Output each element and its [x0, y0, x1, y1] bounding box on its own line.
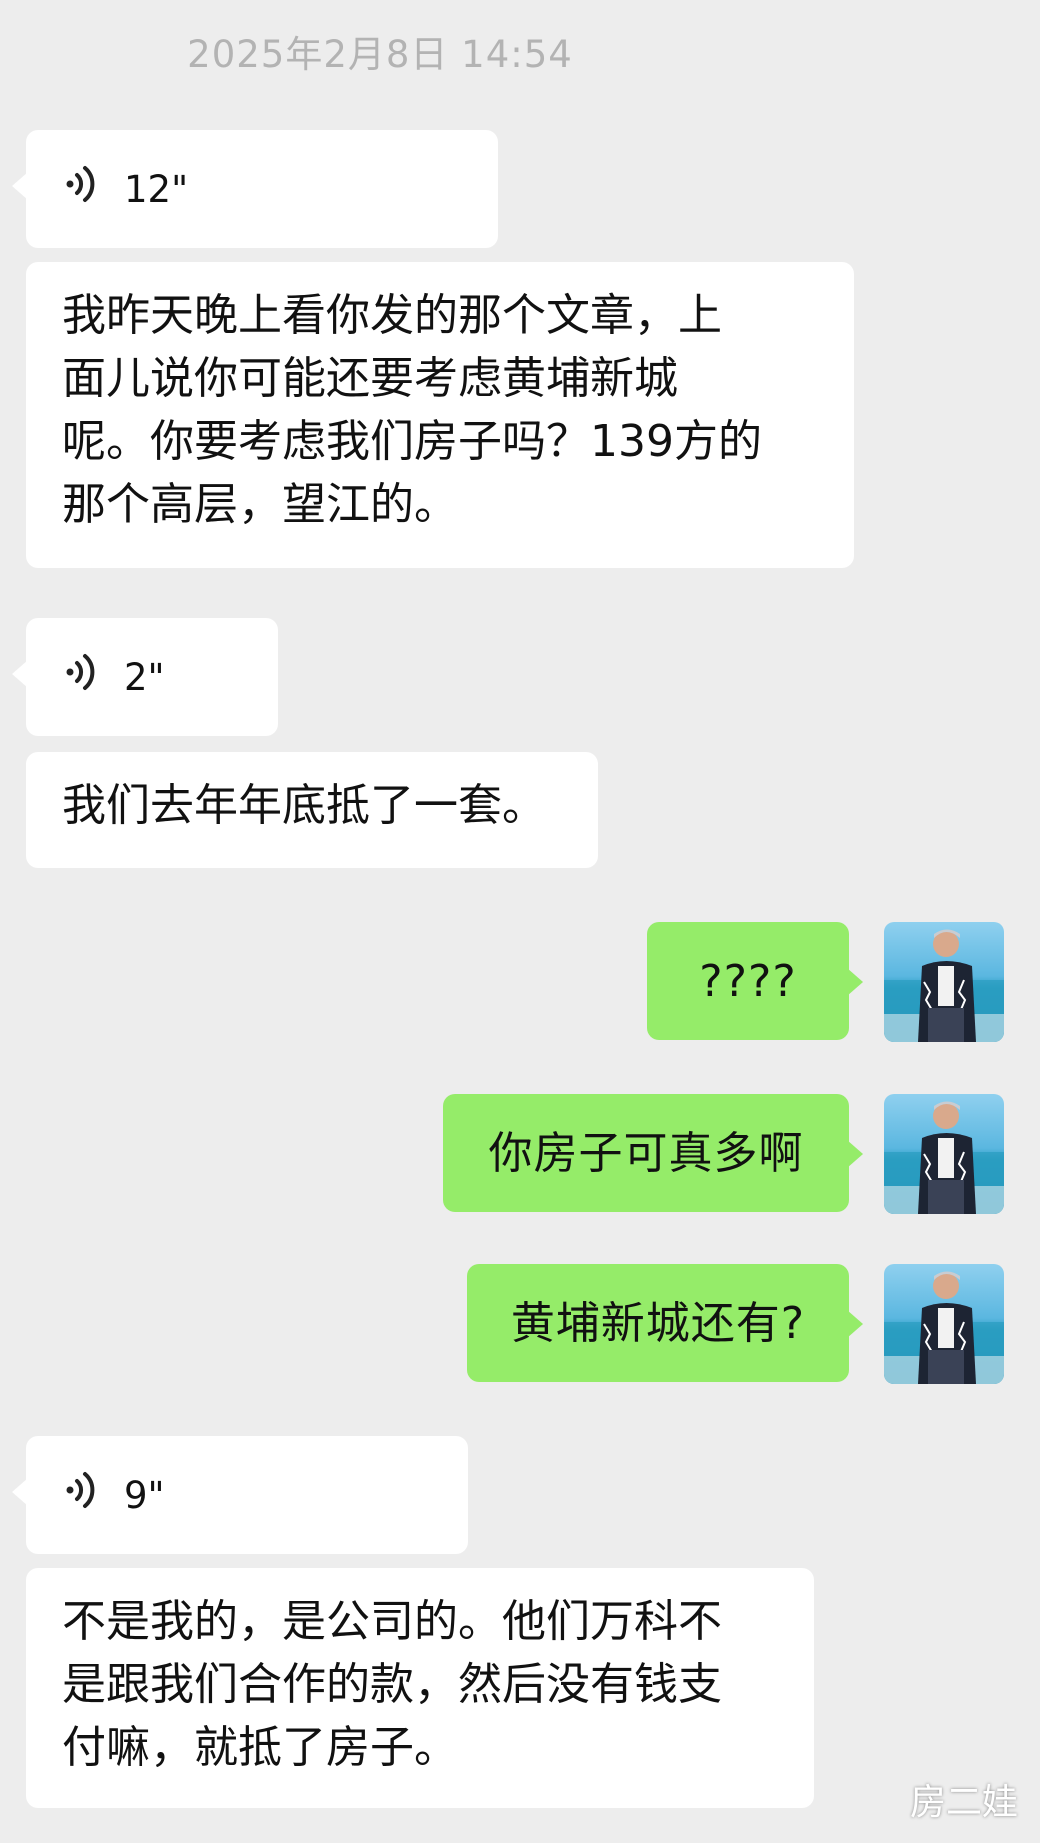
- message-line: 不是我的，是公司的。他们万科不: [62, 1596, 722, 1647]
- watermark: 房二娃: [909, 1782, 1018, 1823]
- voice-duration: 9": [124, 1473, 165, 1517]
- incoming-message-bubble[interactable]: 不是我的，是公司的。他们万科不 是跟我们合作的款，然后没有钱支 付嘛，就抵了房子…: [26, 1568, 814, 1808]
- avatar[interactable]: [884, 1094, 1004, 1214]
- message-text: 你房子可真多啊: [488, 1127, 804, 1179]
- voice-duration: 2": [124, 655, 165, 699]
- message-line: 付嘛，就抵了房子。: [62, 1722, 458, 1773]
- voice-wave-icon: [64, 646, 98, 709]
- outgoing-message-bubble[interactable]: 你房子可真多啊: [443, 1094, 863, 1212]
- avatar[interactable]: [884, 922, 1004, 1042]
- message-line: 面儿说你可能还要考虑黄埔新城: [62, 353, 678, 404]
- voice-wave-icon: [64, 1464, 98, 1527]
- message-line: 我昨天晚上看你发的那个文章，上: [62, 290, 722, 341]
- message-text: 黄埔新城还有?: [510, 1297, 806, 1349]
- message-line: 我们去年年底抵了一套。: [62, 780, 546, 831]
- message-line: 那个高层，望江的。: [62, 479, 458, 530]
- outgoing-message-bubble[interactable]: 黄埔新城还有?: [467, 1264, 863, 1382]
- incoming-message-bubble[interactable]: 我们去年年底抵了一套。: [26, 752, 598, 868]
- voice-duration: 12": [124, 167, 189, 211]
- voice-wave-icon: [64, 158, 98, 221]
- message-line: 是跟我们合作的款，然后没有钱支: [62, 1659, 722, 1710]
- voice-message-bubble[interactable]: 9": [12, 1436, 468, 1554]
- outgoing-message-bubble[interactable]: ????: [647, 922, 863, 1040]
- avatar[interactable]: [884, 1264, 1004, 1384]
- incoming-message-bubble[interactable]: 我昨天晚上看你发的那个文章，上 面儿说你可能还要考虑黄埔新城 呢。你要考虑我们房…: [26, 262, 854, 568]
- voice-message-bubble[interactable]: 2": [12, 618, 278, 736]
- chat-timestamp: 2025年2月8日 14:54: [187, 33, 573, 76]
- message-text: ????: [699, 955, 797, 1007]
- voice-message-bubble[interactable]: 12": [12, 130, 498, 248]
- message-line: 呢。你要考虑我们房子吗？139方的: [62, 416, 762, 467]
